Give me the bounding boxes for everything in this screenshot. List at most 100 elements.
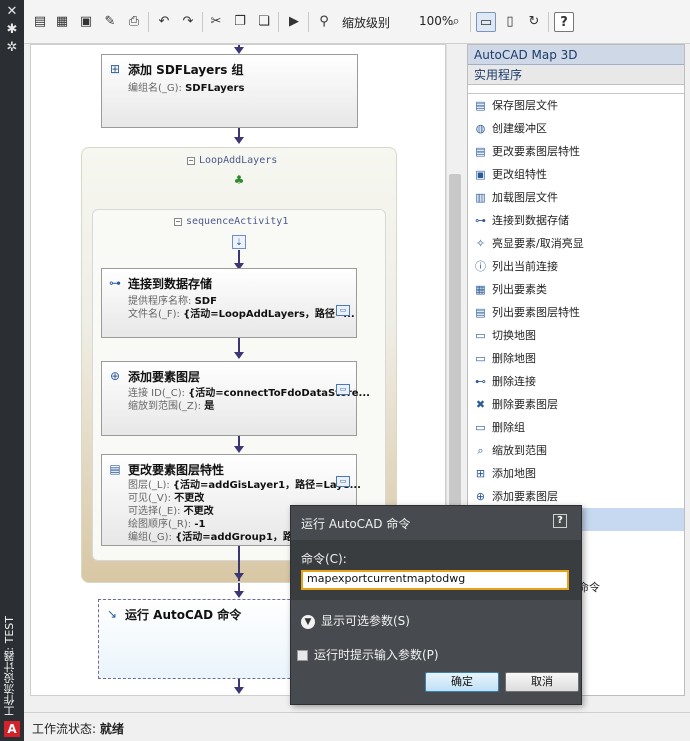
activity-title: 连接到数据存储 [128, 277, 213, 291]
connector-arrow [234, 47, 244, 54]
activity-add-sdflayers-group[interactable]: ⊞ 添加 SDFLayers 组 编组名(_G): SDFLayers [101, 54, 358, 128]
copy-icon[interactable]: ❐ [230, 12, 250, 32]
redo-icon[interactable]: ↷ [178, 12, 198, 32]
add-layer-icon: ⊕ [475, 490, 486, 503]
ok-button[interactable]: 确定 [425, 672, 499, 692]
workflow-designer-palette-strip: ✕ ✱ ✲ 工作流设计器: TEST A [0, 0, 24, 741]
expression-editor-icon[interactable]: ▭ [336, 384, 350, 395]
activity-title: 添加 SDFLayers 组 [128, 63, 244, 77]
activity-list-item[interactable]: ◍ 创建缓冲区 [468, 117, 684, 140]
new-workflow-icon[interactable]: ▤ [30, 12, 50, 32]
loop-tree-icon: ♣ [233, 173, 245, 187]
palette-title: 工作流设计器: TEST [3, 616, 16, 717]
activity-list-item[interactable]: ⊷ 删除连接 [468, 370, 684, 393]
activity-list-item[interactable]: ▤ 列出要素图层特性 [468, 301, 684, 324]
activity-list-item[interactable]: ⓘ 列出当前连接 [468, 255, 684, 278]
expression-editor-icon[interactable]: ▭ [336, 305, 350, 316]
panel-subcategory-header[interactable]: 实用程序 [468, 65, 684, 85]
command-label: 命令(C): [301, 552, 347, 566]
print-icon[interactable]: ⎙ [124, 12, 144, 32]
delete-map-icon: ▭ [475, 352, 486, 365]
activity-list-item[interactable]: ▭ 删除组 [468, 416, 684, 439]
zoom-level-label: 缩放级别 [342, 16, 391, 30]
activity-list-item[interactable]: ▦ 列出要素类 [468, 278, 684, 301]
workflow-status: 工作流状态: 就绪 [32, 722, 124, 736]
activity-title: 运行 AutoCAD 命令 [125, 608, 242, 622]
command-input[interactable]: mapexportcurrentmaptodwg [301, 570, 569, 590]
connector-arrow [234, 687, 244, 694]
activity-list-item[interactable]: ⊞ 添加地图 [468, 462, 684, 485]
undo-icon[interactable]: ↶ [154, 12, 174, 32]
connector-arrow [234, 591, 244, 598]
toolbar-separator [148, 12, 149, 32]
activity-list-item[interactable]: ▣ 更改组特性 [468, 163, 684, 186]
zoom-tool-icon[interactable]: ⚲ [314, 12, 334, 32]
delete-layer-icon: ✖ [475, 398, 486, 411]
prompt-params-checkbox[interactable]: 运行时提示输入参数(P) [297, 646, 439, 663]
activity-list-item[interactable]: ▤ 保存图层文件 [468, 94, 684, 117]
save-layer-icon: ▤ [475, 99, 486, 112]
pin-icon[interactable]: ✱ [4, 22, 20, 38]
help-icon[interactable]: ? [554, 12, 574, 32]
group-props-icon: ▣ [475, 168, 486, 181]
activity-list-item[interactable]: ⌕ 缩放到范围 [468, 439, 684, 462]
toolbar: ▤ ▦ ▣ ✎ ⎙ ↶ ↷ ✂ ❐ ❏ ▶ ⚲ 缩放级别 100% ⌕ ▭ ▯ … [24, 0, 690, 44]
zoom-magnifier-icon[interactable]: ⌕ [446, 12, 466, 32]
activity-list-item[interactable]: ▤ 更改要素图层特性 [468, 140, 684, 163]
designer-view-icon[interactable]: ▭ [476, 12, 496, 32]
settings-icon[interactable]: ✲ [4, 40, 20, 56]
chevron-down-icon: ▼ [301, 614, 315, 629]
status-bar: 工作流状态: 就绪 [24, 712, 690, 741]
add-feature-layer-icon: ⊕ [109, 369, 121, 383]
activity-list-item[interactable]: ⊶ 连接到数据存储 [468, 209, 684, 232]
activity-connect-data-store[interactable]: ⊶ 连接到数据存储 提供程序名称: SDF 文件名(_F): {活动=LoopA… [101, 268, 357, 338]
activity-property: 文件名(_F): {活动=LoopAddLayers，路径=... [128, 309, 355, 320]
connector-arrow [234, 446, 244, 453]
checkbox-box[interactable] [297, 650, 308, 661]
delete-connection-icon: ⊷ [475, 375, 486, 388]
activity-property: 缩放到范围(_Z): 是 [128, 401, 215, 412]
activity-list-item[interactable]: ▭ 删除地图 [468, 347, 684, 370]
list-props-icon: ▤ [475, 306, 486, 319]
command-section: 命令(C): mapexportcurrentmaptodwg [291, 540, 581, 600]
activity-list-item[interactable]: ▭ 切换地图 [468, 324, 684, 347]
run-command-icon: ↘ [106, 607, 118, 621]
connector-arrow [234, 573, 244, 580]
cut-icon[interactable]: ✂ [206, 12, 226, 32]
properties-view-icon[interactable]: ▯ [500, 12, 520, 32]
zoom-extents-icon: ⌕ [477, 444, 484, 457]
sequence-icon: ⇣ [232, 235, 246, 249]
activity-property: 编组名(_G): SDFLayers [128, 83, 245, 94]
run-workflow-icon[interactable]: ▶ [284, 12, 304, 32]
dialog-title: 运行 AutoCAD 命令 [301, 517, 411, 531]
close-icon[interactable]: ✕ [4, 4, 20, 20]
save-icon[interactable]: ▣ [76, 12, 96, 32]
delete-group-icon: ▭ [475, 421, 486, 434]
expression-editor-icon[interactable]: ▭ [336, 476, 350, 487]
connector-arrow [234, 352, 244, 359]
toolbar-separator [202, 12, 203, 32]
paste-icon[interactable]: ❏ [254, 12, 274, 32]
cancel-button[interactable]: 取消 [505, 672, 579, 692]
activity-list-item[interactable]: ▥ 加载图层文件 [468, 186, 684, 209]
show-optional-params-toggle[interactable]: ▼ 显示可选参数(S) [301, 612, 410, 629]
toolbar-separator [308, 12, 309, 32]
sequence-activity-title[interactable]: − sequenceActivity1 [174, 216, 288, 227]
load-layer-icon: ▥ [475, 191, 486, 204]
workflow-status-value: 就绪 [99, 722, 124, 736]
save-as-icon[interactable]: ✎ [100, 12, 120, 32]
open-workflow-icon[interactable]: ▦ [52, 12, 72, 32]
help-icon[interactable]: ? [553, 514, 567, 528]
autocad-logo-icon: A [4, 721, 20, 737]
highlight-icon: ✧ [475, 237, 486, 250]
layer-properties-icon: ▤ [109, 462, 121, 476]
switch-map-icon: ▭ [475, 329, 486, 342]
panel-category-header[interactable]: AutoCAD Map 3D [468, 45, 684, 65]
activity-list-item[interactable]: ✖ 删除要素图层 [468, 393, 684, 416]
activity-list-item[interactable]: ✧ 亮显要素/取消亮显 [468, 232, 684, 255]
toolbar-separator [470, 12, 471, 32]
loop-add-layers-title[interactable]: − LoopAddLayers [187, 155, 277, 166]
activity-list: ▤ 保存图层文件 ◍ 创建缓冲区 ▤ 更改要素图层特性 ▣ 更改组特性 ▥ 加载图层文件 … [468, 93, 684, 531]
activity-add-feature-layer[interactable]: ⊕ 添加要素图层 连接 ID(_C): {活动=connectToFdoData… [101, 361, 370, 436]
refresh-icon[interactable]: ↻ [524, 12, 544, 32]
